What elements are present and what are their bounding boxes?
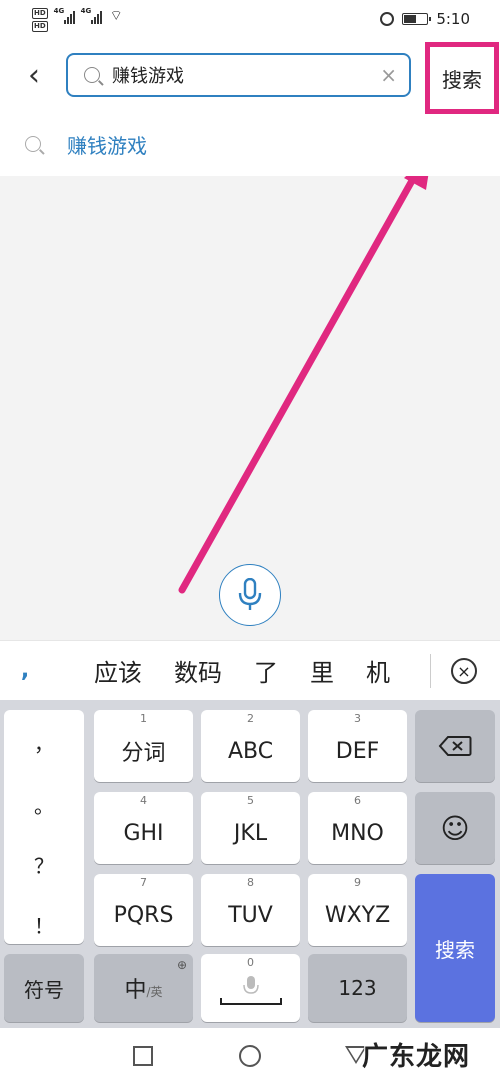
candidate-divider — [430, 654, 431, 688]
network-type-label: 4G — [80, 7, 92, 15]
backspace-icon — [438, 736, 472, 756]
key-label: JKL — [233, 820, 268, 846]
chevron-left-icon: ‹ — [28, 57, 40, 93]
status-right: 5:10 — [380, 10, 470, 28]
key-label: DEF — [335, 738, 380, 764]
key-6[interactable]: 6 MNO — [308, 792, 407, 864]
close-candidates-icon[interactable]: × — [451, 658, 477, 684]
key-number: 2 — [247, 712, 254, 725]
candidate-word[interactable]: 机 — [366, 653, 390, 688]
wifi-icon: ⌔ — [109, 8, 123, 24]
lang-main: 中 — [124, 978, 147, 1003]
lang-sub: /英 — [146, 984, 163, 999]
search-box[interactable]: × — [66, 53, 411, 97]
battery-fill — [404, 15, 417, 23]
key-number: 8 — [247, 876, 254, 889]
search-icon — [25, 136, 41, 152]
key-number: 5 — [247, 794, 254, 807]
watermark: 广东龙网 — [362, 1042, 471, 1072]
search-icon — [84, 67, 100, 83]
key-label: 分词 — [121, 741, 166, 766]
emoji-key[interactable]: ☺ — [415, 792, 495, 864]
language-switch-key[interactable]: 中/英 ⊕ — [94, 954, 193, 1022]
clear-icon[interactable]: × — [380, 63, 397, 87]
globe-icon: ⊕ — [176, 958, 187, 972]
clock: 5:10 — [436, 10, 470, 28]
content-area — [0, 176, 500, 640]
key-4[interactable]: 4 GHI — [94, 792, 193, 864]
candidate-bar: , 应该 数码 了 里 机 × — [0, 640, 500, 700]
key-number: 4 — [140, 794, 147, 807]
signal-icon: 4G — [53, 7, 75, 24]
candidate-word[interactable]: 里 — [310, 653, 334, 688]
space-key[interactable]: 0 — [201, 954, 300, 1022]
key-label: PQRS — [113, 902, 174, 928]
key-number: 7 — [140, 876, 147, 889]
candidate-word[interactable]: 数码 — [174, 653, 222, 688]
key-2[interactable]: 2 ABC — [201, 710, 300, 782]
network-type-label: 4G — [53, 7, 65, 15]
voice-input-button[interactable] — [219, 564, 281, 626]
key-5[interactable]: 5 JKL — [201, 792, 300, 864]
keyboard: ， 。 ？ ！ 1 分词 2 ABC 3 DEF 4 GHI 5 JKL 6 MNO 7 PQ… — [0, 700, 500, 1028]
search-button[interactable]: 搜索 — [425, 42, 499, 114]
key-1[interactable]: 1 分词 — [94, 710, 193, 782]
punct-key[interactable]: ！ — [4, 910, 84, 939]
hd-badge: HD — [32, 21, 48, 32]
key-label: GHI — [123, 820, 164, 846]
hd-badges: HD HD — [32, 8, 48, 32]
key-number: 3 — [354, 712, 361, 725]
alarm-icon — [380, 12, 395, 26]
status-bar: HD HD 4G 4G ⌔ 5:10 — [0, 0, 500, 42]
key-number: 9 — [354, 876, 361, 889]
emoji-icon: ☺ — [440, 811, 470, 845]
key-3[interactable]: 3 DEF — [308, 710, 407, 782]
signal-icon: 4G — [80, 7, 102, 24]
candidate-word[interactable]: 了 — [254, 653, 278, 688]
backspace-key[interactable] — [415, 710, 495, 782]
search-input[interactable] — [112, 64, 381, 86]
key-number: 1 — [140, 712, 147, 725]
candidate-punct[interactable]: , — [0, 658, 50, 683]
key-7[interactable]: 7 PQRS — [94, 874, 193, 946]
suggestion-text: 赚钱游戏 — [67, 133, 147, 158]
home-icon[interactable] — [239, 1045, 261, 1067]
back-button[interactable]: ‹ — [20, 57, 48, 93]
key-number: 6 — [354, 794, 361, 807]
punct-key[interactable]: 。 — [4, 790, 84, 819]
candidate-word[interactable]: 应该 — [94, 653, 142, 688]
space-mic-icon — [219, 976, 282, 1005]
key-9[interactable]: 9 WXYZ — [308, 874, 407, 946]
suggestion-item[interactable]: 赚钱游戏 — [0, 118, 500, 170]
recent-apps-icon[interactable] — [133, 1046, 153, 1066]
key-label: ABC — [227, 738, 274, 764]
key-label: WXYZ — [324, 902, 391, 928]
punctuation-column[interactable]: ， 。 ？ ！ — [4, 710, 84, 944]
punct-key[interactable]: ， — [4, 728, 84, 757]
punct-key[interactable]: ？ — [4, 850, 84, 879]
status-left: HD HD 4G 4G ⌔ — [32, 7, 123, 32]
key-label: TUV — [228, 902, 273, 928]
search-key[interactable]: 搜索 — [415, 874, 495, 1022]
key-label: MNO — [331, 820, 384, 846]
battery-icon — [402, 13, 432, 25]
numeric-key[interactable]: 123 — [308, 954, 407, 1022]
key-number: 0 — [247, 956, 254, 969]
microphone-icon — [238, 578, 262, 610]
symbol-key[interactable]: 符号 — [4, 954, 84, 1022]
hd-badge: HD — [32, 8, 48, 19]
key-8[interactable]: 8 TUV — [201, 874, 300, 946]
